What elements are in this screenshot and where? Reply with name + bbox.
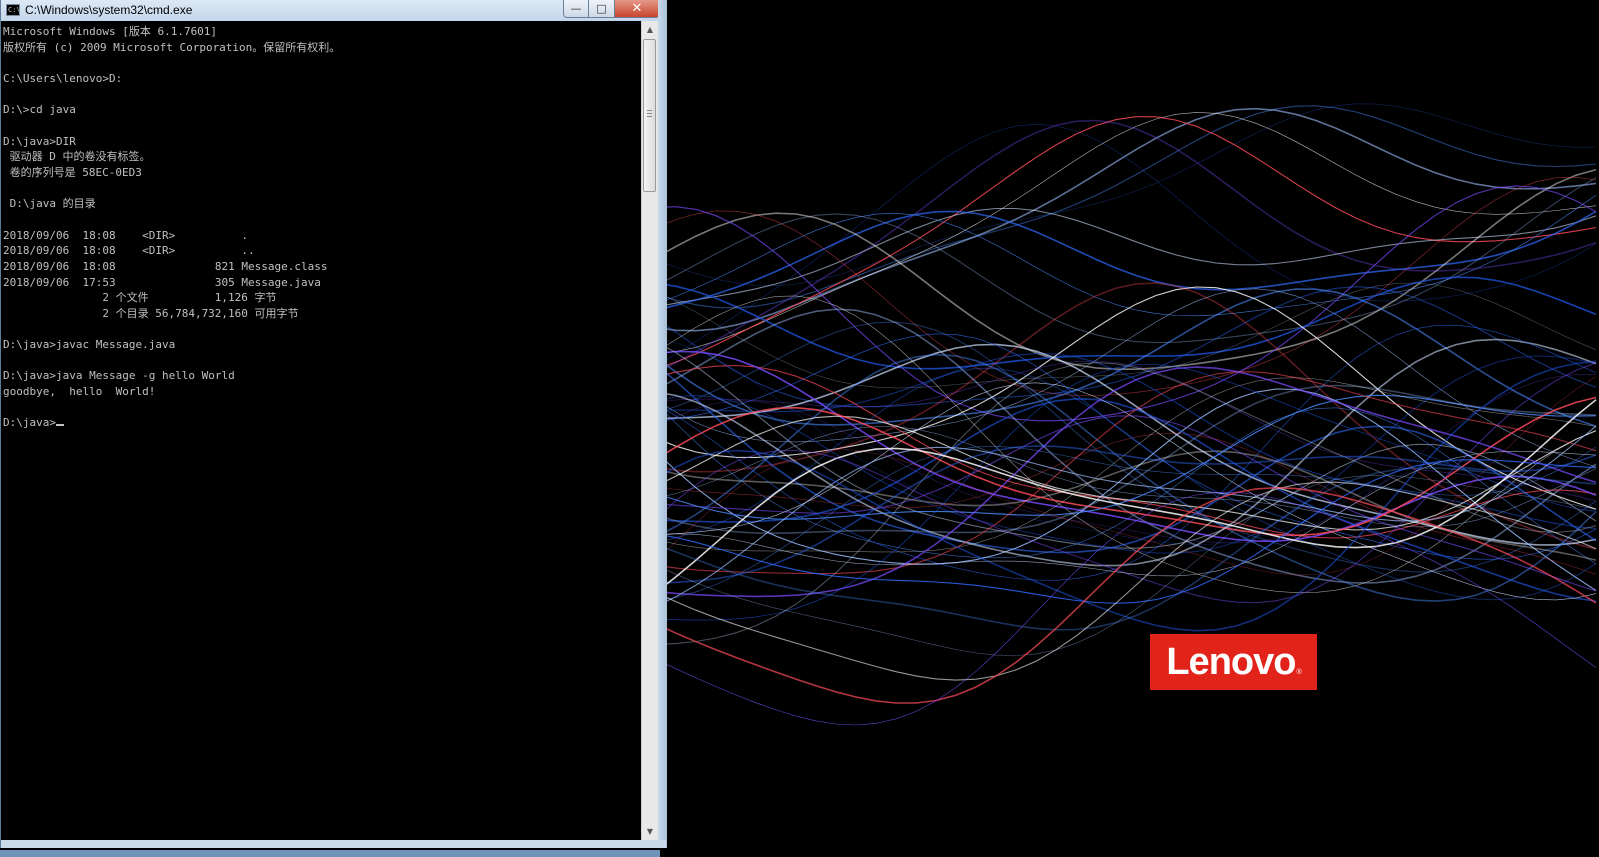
console-line: 2018/09/06 18:08 <DIR> .. xyxy=(3,244,255,258)
console-line: 2018/09/06 18:08 <DIR> . xyxy=(3,228,249,242)
lenovo-logo: Lenovo ® xyxy=(1150,634,1317,690)
light-wave-line xyxy=(656,399,1597,594)
maximize-button[interactable]: □ xyxy=(589,0,614,18)
light-wave-line xyxy=(656,360,1597,632)
wallpaper-light-waves xyxy=(656,103,1597,726)
trademark-symbol: ® xyxy=(1296,669,1301,676)
close-button[interactable]: ✕ xyxy=(614,0,660,18)
console-line: goodbye, hello World! xyxy=(3,385,156,399)
cmd-icon[interactable]: C:\ xyxy=(6,4,21,16)
console-output[interactable]: Microsoft Windows [版本 6.1.7601] 版权所有 (c)… xyxy=(1,21,641,840)
light-wave-line xyxy=(656,168,1597,370)
light-wave-line xyxy=(656,119,1597,374)
light-wave-line xyxy=(656,116,1597,370)
thumb-grip xyxy=(647,110,652,111)
console-line: 2018/09/06 17:53 305 Message.java xyxy=(3,275,321,289)
light-wave-line xyxy=(656,352,1597,530)
scroll-up-button[interactable]: ▲ xyxy=(642,21,658,38)
light-wave-line xyxy=(656,324,1597,581)
window-title: C:\Windows\system32\cmd.exe xyxy=(25,3,193,17)
console-line: D:\java>java Message -g hello World xyxy=(3,369,235,383)
scroll-down-button[interactable]: ▼ xyxy=(642,823,658,840)
light-wave-line xyxy=(656,308,1597,584)
console-line: 2 个文件 1,126 字节 xyxy=(102,291,277,305)
console-text[interactable]: Microsoft Windows [版本 6.1.7601] 版权所有 (c)… xyxy=(1,21,641,431)
light-wave-line xyxy=(656,382,1597,601)
console-line: 卷的序列号是 58EC-0ED3 xyxy=(9,165,142,179)
console-lines: Microsoft Windows [版本 6.1.7601] 版权所有 (c)… xyxy=(3,25,340,398)
console-line: 2018/09/06 18:08 821 Message.class xyxy=(3,259,328,273)
light-wave-line xyxy=(656,177,1597,344)
window-frame-bottom xyxy=(1,840,666,848)
lenovo-logo-text: Lenovo xyxy=(1166,640,1296,683)
console-line: C:\Users\lenovo>D: xyxy=(3,71,123,85)
vertical-scrollbar[interactable]: ▲ ▼ xyxy=(641,21,658,840)
console-line: D:\java>javac Message.java xyxy=(3,338,176,352)
light-wave-line xyxy=(656,210,1597,311)
console-line: 2 个目录 56,784,732,160 可用字节 xyxy=(102,306,299,320)
console-line: 驱动器 D 中的卷没有标签。 xyxy=(9,150,151,164)
title-bar[interactable]: C:\ C:\Windows\system32\cmd.exe — □ ✕ xyxy=(1,0,666,21)
light-wave-line xyxy=(656,467,1597,631)
text-cursor xyxy=(55,424,64,427)
light-wave-line xyxy=(656,491,1597,726)
taskbar-edge xyxy=(0,850,660,857)
cmd-window[interactable]: C:\ C:\Windows\system32\cmd.exe — □ ✕ Mi… xyxy=(0,0,667,848)
console-line: Microsoft Windows [版本 6.1.7601] xyxy=(3,25,218,38)
console-line: D:\java 的目录 xyxy=(9,197,96,211)
console-line: D:\java>DIR xyxy=(3,134,76,148)
minimize-button[interactable]: — xyxy=(563,0,589,18)
light-wave-line xyxy=(656,123,1597,367)
command-prompt: D:\java> xyxy=(3,416,56,430)
thumb-grip xyxy=(647,113,652,114)
window-frame-right xyxy=(658,0,667,848)
console-line: 版权所有 (c) 2009 Microsoft Corporation。保留所有… xyxy=(3,40,341,54)
thumb-grip xyxy=(647,116,652,117)
window-controls: — □ ✕ xyxy=(563,0,660,18)
console-line: D:\>cd java xyxy=(3,103,76,117)
light-wave-line xyxy=(656,207,1597,308)
scrollbar-thumb[interactable] xyxy=(643,39,656,192)
light-wave-line xyxy=(656,112,1597,355)
